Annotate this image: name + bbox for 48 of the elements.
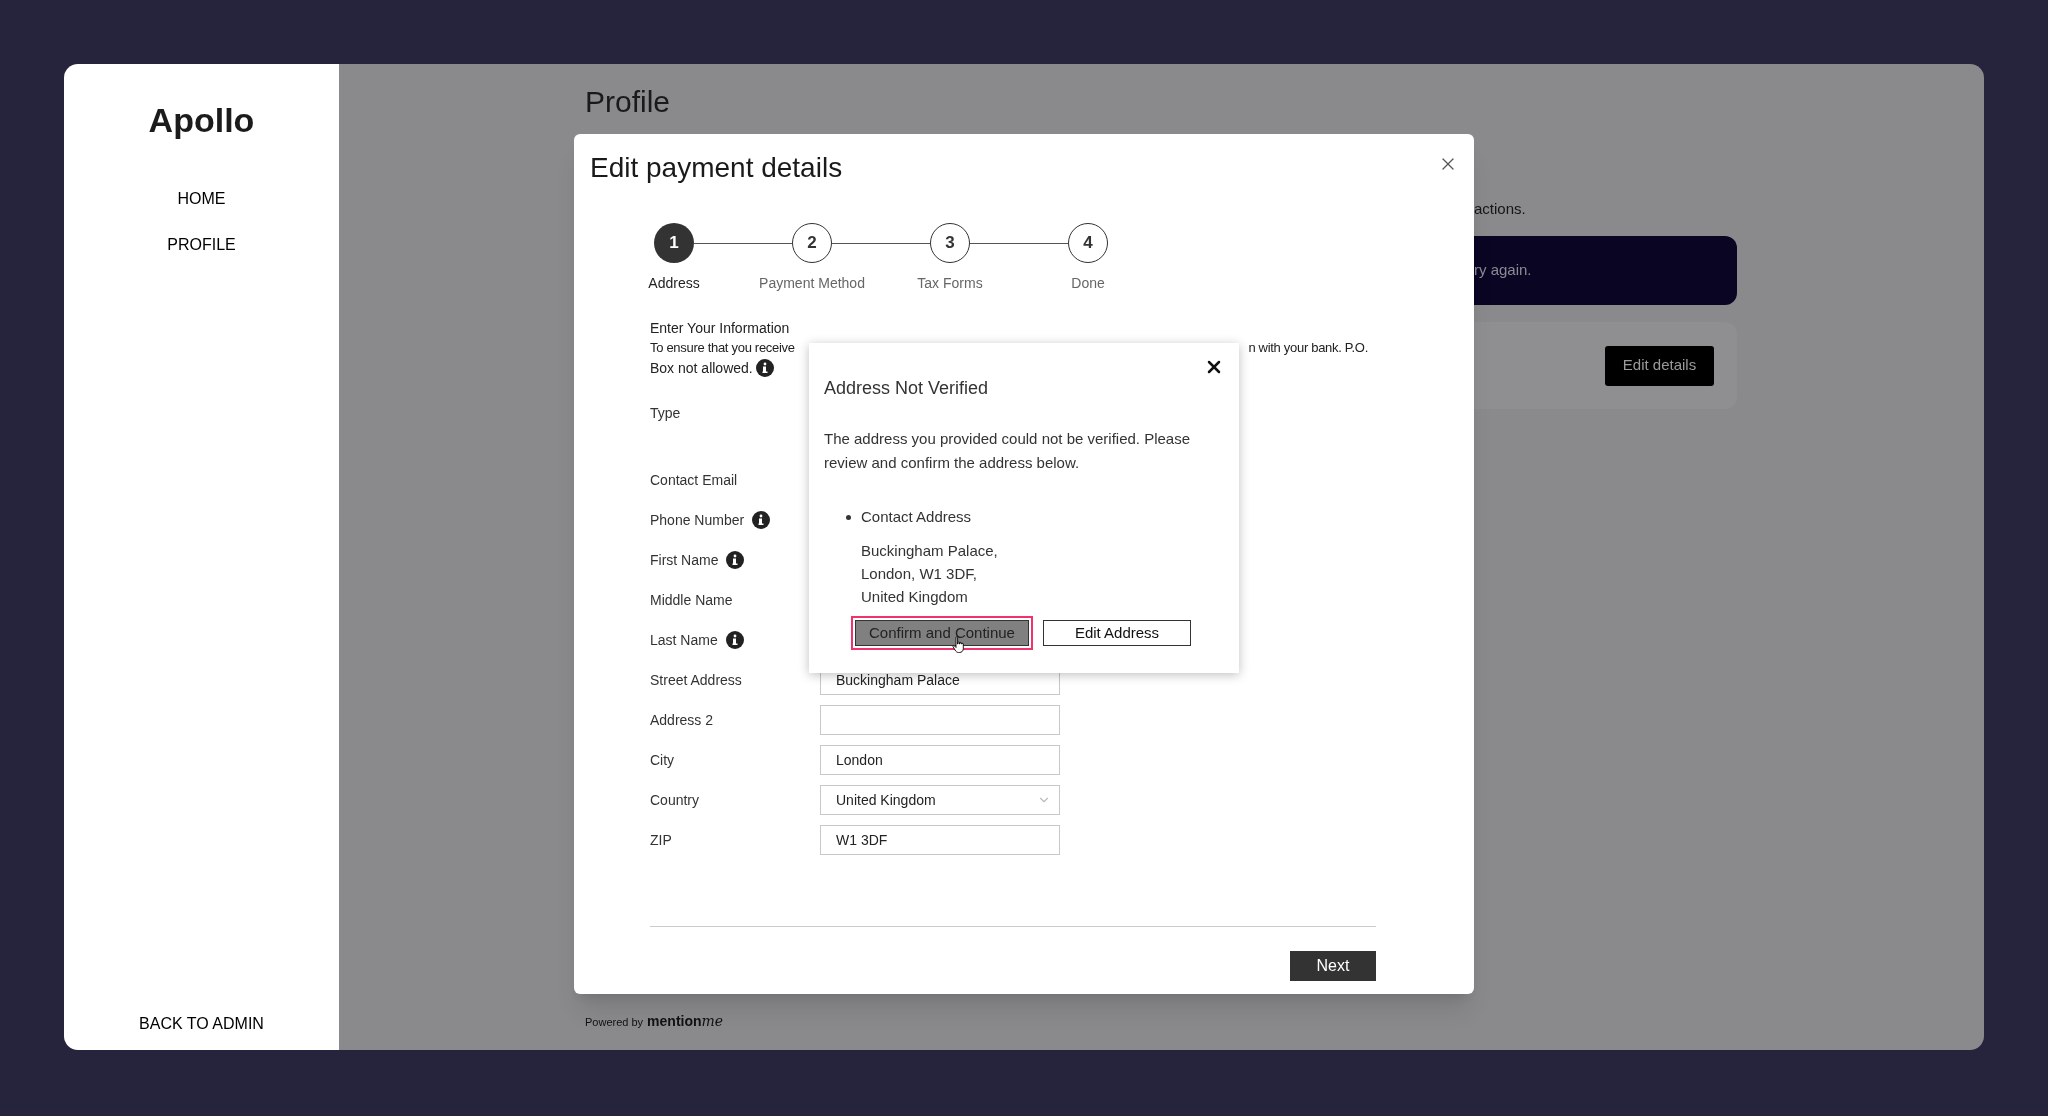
next-button[interactable]: Next bbox=[1290, 951, 1376, 981]
field-label: ZIP bbox=[650, 830, 672, 850]
step-label: Payment Method bbox=[759, 274, 865, 293]
field-label: Type bbox=[650, 403, 681, 423]
info-icon[interactable] bbox=[755, 359, 774, 377]
field-label: Phone Number bbox=[650, 510, 745, 530]
intro-text: To ensure that you receive bbox=[650, 339, 795, 357]
modal-title: Edit payment details bbox=[590, 151, 843, 185]
banner-text: ry again. bbox=[1474, 260, 1532, 281]
hand-cursor-icon bbox=[952, 636, 966, 654]
field-label: City bbox=[650, 750, 675, 770]
bullet-icon bbox=[846, 514, 851, 520]
page-title: Profile bbox=[585, 84, 672, 118]
dialog-title: Address Not Verified bbox=[824, 377, 990, 399]
nav-link[interactable]: HOME bbox=[177, 189, 226, 209]
country-select[interactable]: United Kingdom bbox=[820, 785, 1060, 815]
address-line: Buckingham Palace, bbox=[861, 541, 999, 561]
field-label: Contact Email bbox=[650, 470, 738, 490]
back-to-admin-link[interactable]: BACK TO ADMIN bbox=[139, 1014, 264, 1034]
dialog-message: The address you provided could not be verified. Please review and confirm the address below. bbox=[824, 429, 1192, 473]
address-heading: Contact Address bbox=[861, 507, 972, 527]
step-label: Address bbox=[648, 274, 700, 293]
step-label: Done bbox=[1071, 274, 1105, 293]
text-field[interactable]: London bbox=[820, 745, 1060, 775]
text-field[interactable]: W1 3DF bbox=[820, 825, 1060, 855]
edit-details-button[interactable]: Edit details bbox=[1605, 345, 1714, 386]
powered-by-text: Powered by bbox=[585, 1015, 644, 1030]
nav-link[interactable]: PROFILE bbox=[167, 235, 236, 255]
notice-text: actions. bbox=[1474, 199, 1527, 219]
address-line: London, W1 3DF, bbox=[861, 564, 978, 584]
intro-text: Box not allowed. bbox=[650, 359, 753, 378]
intro-text: n with your bank. P.O. bbox=[1248, 339, 1368, 357]
field-label: Street Address bbox=[650, 670, 742, 690]
info-icon[interactable] bbox=[726, 551, 745, 569]
field-label: Middle Name bbox=[650, 590, 733, 610]
info-icon[interactable] bbox=[752, 511, 771, 529]
field-label: Last Name bbox=[650, 630, 718, 650]
section-title: Enter Your Information bbox=[650, 319, 791, 338]
confirm-button[interactable]: Confirm and Continue bbox=[851, 616, 1033, 650]
field-label: Country bbox=[650, 790, 700, 810]
address-line: United Kingdom bbox=[861, 587, 969, 607]
brand-logo: mentionme bbox=[647, 1012, 724, 1031]
field-label: First Name bbox=[650, 550, 719, 570]
text-field[interactable] bbox=[820, 705, 1060, 735]
field-label: Address 2 bbox=[650, 710, 714, 730]
step-label: Tax Forms bbox=[917, 274, 983, 293]
app-logo: Apollo bbox=[148, 100, 255, 139]
info-icon[interactable] bbox=[725, 631, 744, 649]
